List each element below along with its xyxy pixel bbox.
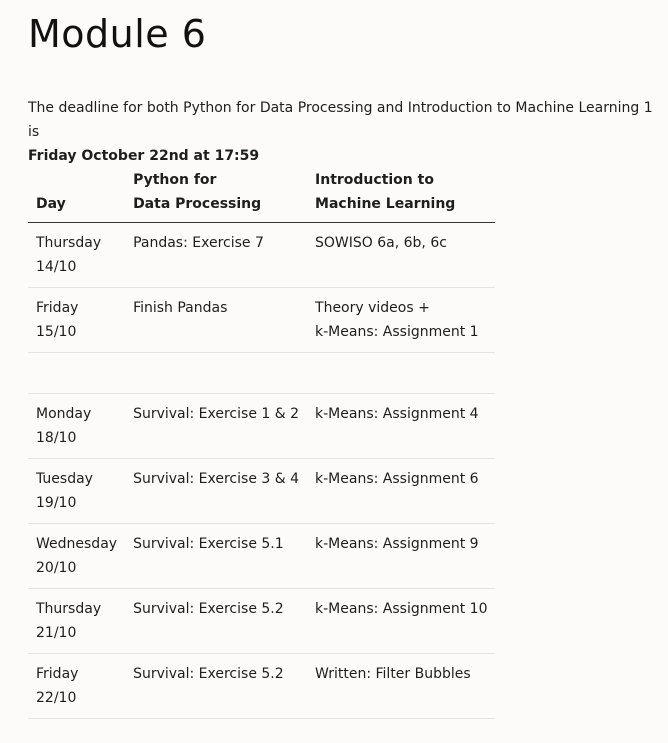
- cell-line: 18/10: [36, 430, 77, 446]
- cell-line: Machine Learning: [315, 196, 456, 212]
- day-cell: Wednesday 20/10: [28, 523, 126, 589]
- ml-task-cell: k-Means: Assignment 6: [307, 458, 496, 524]
- cell-line: k-Means: Assignment 10: [315, 601, 488, 617]
- cell-line: Finish Pandas: [133, 300, 228, 316]
- cell-line: Day: [36, 196, 66, 212]
- cell-line: Python for: [133, 172, 217, 188]
- ml-task-cell: SOWISO 6a, 6b, 6c: [307, 222, 496, 288]
- deadline-paragraph: The deadline for both Python for Data Pr…: [28, 96, 658, 168]
- cell-line: Pandas: Exercise 7: [133, 235, 264, 251]
- header-python: Python for Data Processing: [125, 165, 308, 223]
- cell-line: Survival: Exercise 5.2: [133, 666, 284, 682]
- cell-line: k-Means: Assignment 1: [315, 324, 479, 340]
- cell-line: Theory videos +: [315, 300, 430, 316]
- cell-line: Friday: [36, 666, 79, 682]
- schedule-table: Day Python for Data Processing Introducti…: [28, 165, 496, 719]
- cell-line: 19/10: [36, 495, 77, 511]
- python-task-cell: Finish Pandas: [125, 287, 308, 353]
- table-row: Wednesday 20/10 Survival: Exercise 5.1 k-Me…: [28, 523, 496, 589]
- python-task-cell: [125, 352, 308, 394]
- deadline-date: Friday October 22nd at 17:59: [28, 148, 260, 164]
- cell-line: Data Processing: [133, 196, 262, 212]
- cell-line: 21/10: [36, 625, 77, 641]
- table-row: Friday 15/10 Finish Pandas Theory videos + k…: [28, 287, 496, 353]
- schedule-body: Thursday 14/10 Pandas: Exercise 7 SOWISO 6a…: [28, 222, 496, 719]
- day-cell: Friday 22/10: [28, 653, 126, 719]
- table-row: Friday 22/10 Survival: Exercise 5.2 Written…: [28, 653, 496, 719]
- table-row: Thursday 21/10 Survival: Exercise 5.2 k-Mea…: [28, 588, 496, 654]
- page-title: Module 6: [28, 12, 207, 56]
- ml-task-cell: [307, 352, 496, 394]
- cell-line: Survival: Exercise 3 & 4: [133, 471, 300, 487]
- cell-line: Wednesday: [36, 536, 118, 552]
- cell-line: Survival: Exercise 5.1: [133, 536, 284, 552]
- ml-task-cell: Written: Filter Bubbles: [307, 653, 496, 719]
- cell-line: k-Means: Assignment 6: [315, 471, 479, 487]
- ml-task-cell: k-Means: Assignment 9: [307, 523, 496, 589]
- table-header-row: Day Python for Data Processing Introducti…: [28, 165, 496, 223]
- python-task-cell: Survival: Exercise 5.2: [125, 653, 308, 719]
- ml-task-cell: Theory videos + k-Means: Assignment 1: [307, 287, 496, 353]
- cell-line: 20/10: [36, 560, 77, 576]
- python-task-cell: Pandas: Exercise 7: [125, 222, 308, 288]
- table-row: [28, 352, 496, 394]
- ml-task-cell: k-Means: Assignment 4: [307, 393, 496, 459]
- python-task-cell: Survival: Exercise 5.1: [125, 523, 308, 589]
- cell-line: Monday: [36, 406, 92, 422]
- cell-line: Thursday: [36, 235, 102, 251]
- cell-line: Tuesday: [36, 471, 93, 487]
- cell-line: Survival: Exercise 1 & 2: [133, 406, 300, 422]
- python-task-cell: Survival: Exercise 5.2: [125, 588, 308, 654]
- cell-line: 15/10: [36, 324, 77, 340]
- header-ml: Introduction to Machine Learning: [307, 165, 496, 223]
- day-cell: Monday 18/10: [28, 393, 126, 459]
- ml-task-cell: k-Means: Assignment 10: [307, 588, 496, 654]
- table-row: Tuesday 19/10 Survival: Exercise 3 & 4 k-Me…: [28, 458, 496, 524]
- cell-line: 14/10: [36, 259, 77, 275]
- cell-line: SOWISO 6a, 6b, 6c: [315, 235, 447, 251]
- cell-line: Friday: [36, 300, 79, 316]
- python-task-cell: Survival: Exercise 3 & 4: [125, 458, 308, 524]
- cell-line: Survival: Exercise 5.2: [133, 601, 284, 617]
- deadline-intro-text: The deadline for both Python for Data Pr…: [28, 100, 653, 140]
- header-day: Day: [28, 165, 126, 223]
- cell-line: Introduction to: [315, 172, 434, 188]
- day-cell: Thursday 21/10: [28, 588, 126, 654]
- day-cell: Tuesday 19/10: [28, 458, 126, 524]
- day-cell: Friday 15/10: [28, 287, 126, 353]
- cell-line: k-Means: Assignment 4: [315, 406, 479, 422]
- python-task-cell: Survival: Exercise 1 & 2: [125, 393, 308, 459]
- table-row: Thursday 14/10 Pandas: Exercise 7 SOWISO 6a…: [28, 222, 496, 288]
- day-cell: [28, 352, 126, 394]
- cell-line: Thursday: [36, 601, 102, 617]
- cell-line: 22/10: [36, 690, 77, 706]
- day-cell: Thursday 14/10: [28, 222, 126, 288]
- table-row: Monday 18/10 Survival: Exercise 1 & 2 k-Mea…: [28, 393, 496, 459]
- cell-line: k-Means: Assignment 9: [315, 536, 479, 552]
- cell-line: Written: Filter Bubbles: [315, 666, 471, 682]
